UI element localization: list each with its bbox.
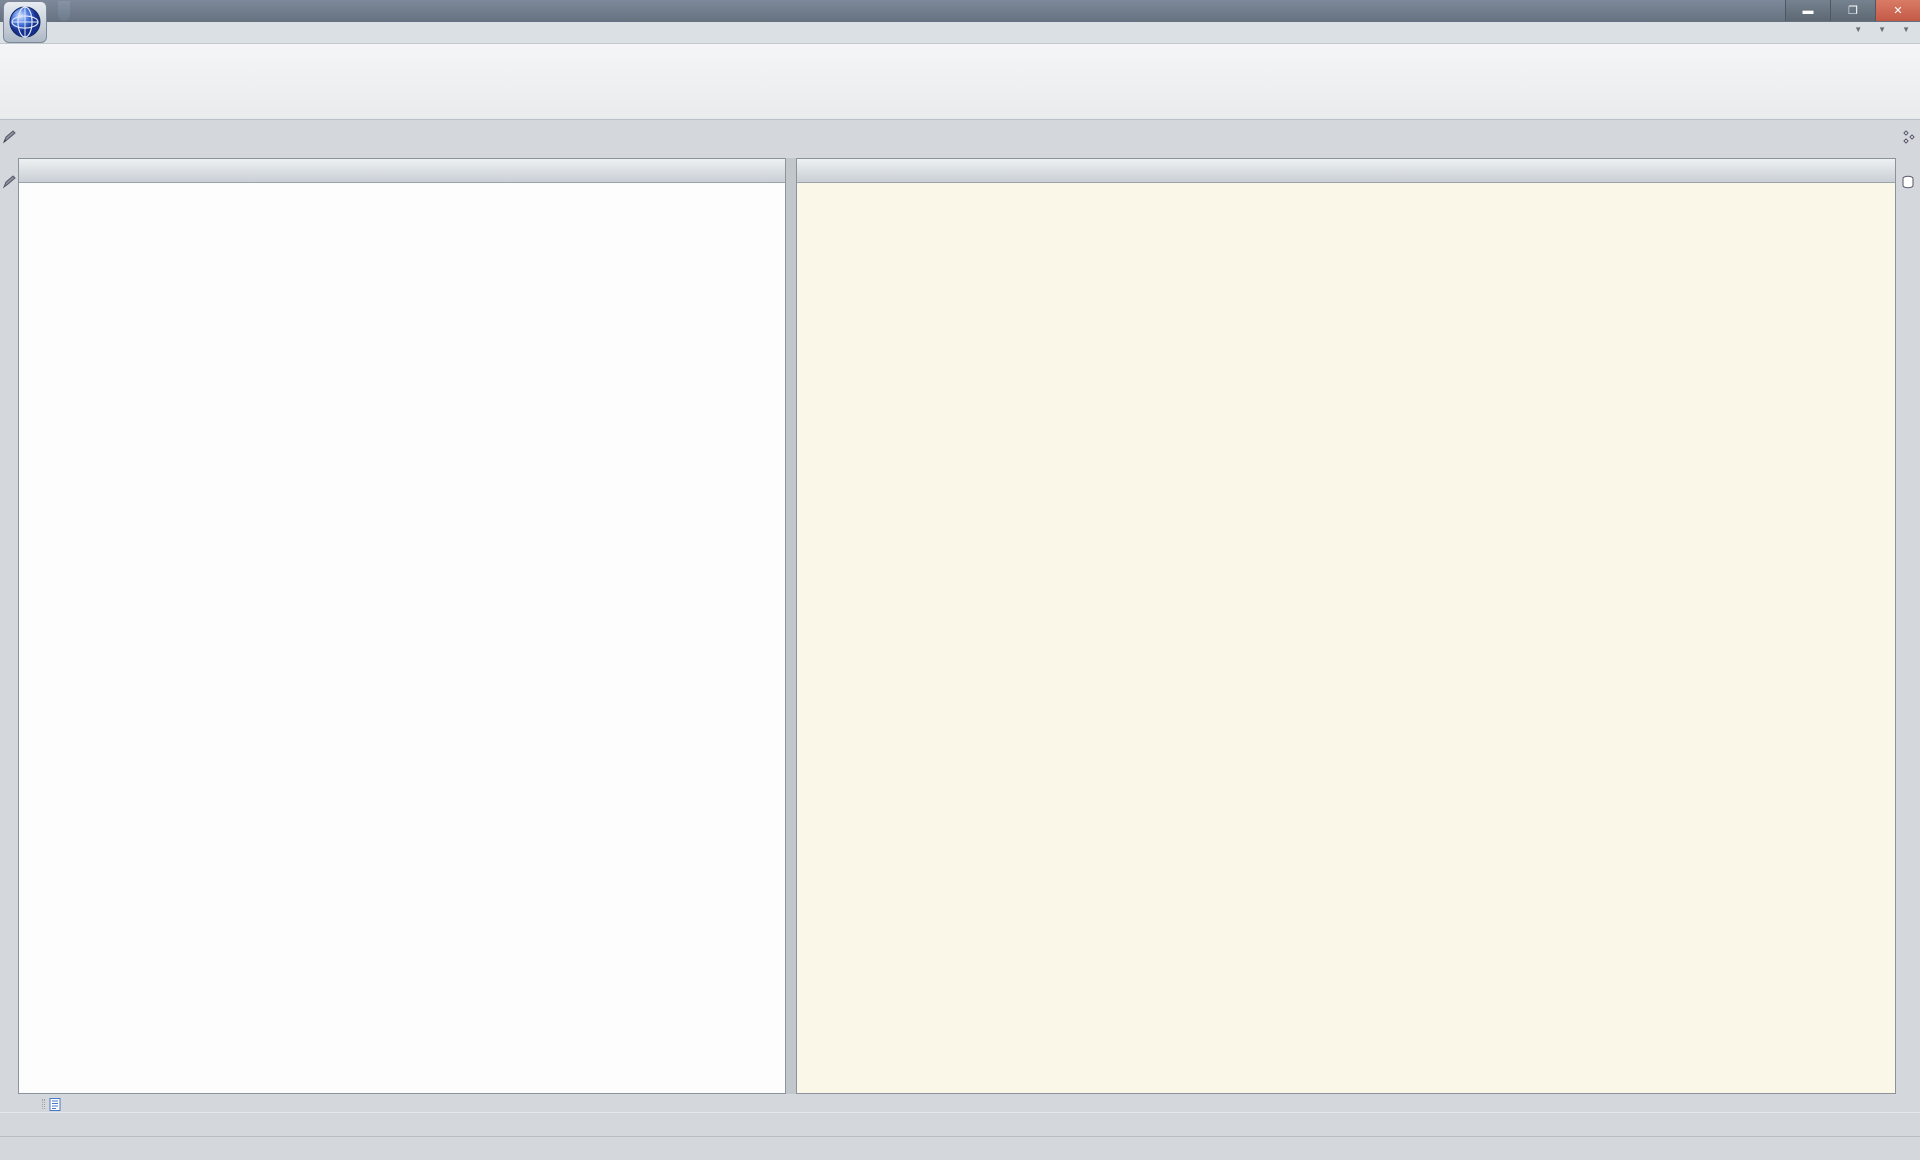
close-button[interactable]: ✕: [1875, 0, 1920, 21]
left-view-pane: [18, 158, 786, 1094]
edit-properties-icon-2[interactable]: [2, 175, 16, 192]
left-dock-strip: [0, 120, 18, 1096]
right-view-pane: [796, 158, 1896, 1094]
right-dock-strip: [1896, 120, 1920, 1096]
dock-row: [0, 1096, 1920, 1112]
quick-access-toolbar: [58, 1, 70, 21]
workspace: [0, 120, 1920, 1096]
right-pane-tabbar: [797, 159, 1895, 183]
section-viewport[interactable]: [797, 183, 1895, 1093]
bottom-toolbar: [0, 1112, 1920, 1136]
model-3d-drawing: [19, 183, 785, 1093]
window-controls: ▬ ❐ ✕: [1785, 0, 1920, 21]
views-icon[interactable]: [1901, 175, 1915, 192]
section-drawing: [797, 183, 1895, 1093]
minimize-button[interactable]: ▬: [1785, 0, 1830, 21]
pane-splitter[interactable]: [786, 158, 796, 1094]
left-pane-tabbar: [19, 159, 785, 183]
menu-row: ▼ ▼ ▼: [0, 22, 1920, 44]
ribbon: [0, 44, 1920, 120]
edit-properties-icon[interactable]: [2, 130, 16, 147]
title-bar: ▬ ❐ ✕: [0, 0, 1920, 22]
service-info-icon: [49, 1098, 61, 1111]
sapfir-globe-icon: [7, 4, 43, 40]
menu-right: ▼ ▼ ▼: [1842, 25, 1910, 34]
restore-button[interactable]: ❐: [1830, 0, 1875, 21]
dock-grip[interactable]: [42, 1099, 45, 1109]
structure-icon[interactable]: [1901, 130, 1915, 147]
app-logo[interactable]: [3, 1, 47, 43]
model-3d-viewport[interactable]: [19, 183, 785, 1093]
status-bar: [0, 1136, 1920, 1160]
